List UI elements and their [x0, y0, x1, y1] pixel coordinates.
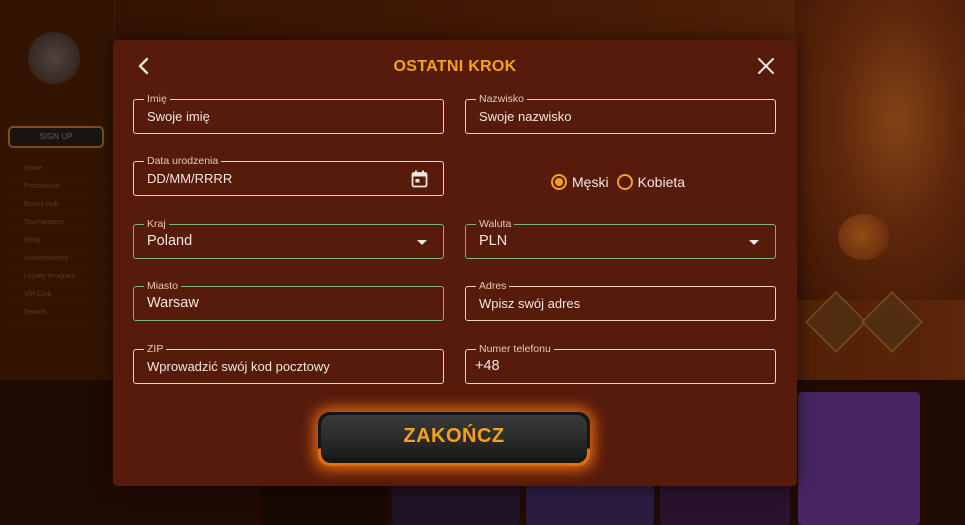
- currency-select[interactable]: Waluta PLN: [465, 218, 776, 259]
- radio-female-label[interactable]: Kobieta: [638, 174, 685, 190]
- close-button[interactable]: [755, 55, 777, 77]
- country-value: Poland: [147, 233, 193, 249]
- phone-value: +48: [475, 358, 500, 374]
- finish-button-glow: ZAKOŃCZ: [318, 412, 590, 466]
- field-label: Kraj: [144, 218, 169, 230]
- field-label: Data urodzenia: [144, 155, 222, 167]
- phone-field[interactable]: Numer telefonu +48: [465, 343, 776, 384]
- city-field[interactable]: Miasto Warsaw: [133, 280, 444, 321]
- birth-date-field[interactable]: Data urodzenia DD/MM/RRRR: [133, 155, 444, 196]
- city-value: Warsaw: [147, 295, 199, 311]
- zip-placeholder: Wprowadzić swój kod pocztowy: [147, 359, 330, 374]
- currency-value: PLN: [479, 233, 508, 249]
- registration-modal: OSTATNI KROK Imię Swoje imię Nazwisko Sw…: [113, 40, 797, 486]
- last-name-placeholder: Swoje nazwisko: [479, 109, 572, 124]
- close-icon: [758, 58, 774, 74]
- field-label: Imię: [144, 93, 170, 105]
- radio-female[interactable]: [616, 174, 633, 190]
- first-name-field[interactable]: Imię Swoje imię: [133, 93, 444, 134]
- modal-title: OSTATNI KROK: [393, 58, 517, 75]
- birth-date-placeholder: DD/MM/RRRR: [147, 171, 233, 186]
- country-select[interactable]: Kraj Poland: [133, 218, 444, 259]
- address-field[interactable]: Adres Wpisz swój adres: [465, 280, 776, 321]
- radio-male-label[interactable]: Męski: [572, 174, 609, 190]
- field-label: Waluta: [476, 218, 515, 230]
- first-name-placeholder: Swoje imię: [147, 109, 210, 124]
- field-label: Numer telefonu: [476, 343, 554, 355]
- gender-selector: Męski Kobieta: [551, 174, 693, 190]
- radio-male[interactable]: [551, 174, 567, 190]
- last-name-field[interactable]: Nazwisko Swoje nazwisko: [465, 93, 776, 134]
- field-label: Adres: [476, 280, 510, 292]
- field-label: ZIP: [144, 343, 167, 355]
- address-placeholder: Wpisz swój adres: [479, 296, 581, 311]
- chevron-down-icon: [749, 240, 759, 245]
- zip-field[interactable]: ZIP Wprowadzić swój kod pocztowy: [133, 343, 444, 384]
- finish-button[interactable]: ZAKOŃCZ: [321, 415, 587, 463]
- field-label: Nazwisko: [476, 93, 527, 105]
- chevron-down-icon: [417, 240, 427, 245]
- calendar-icon[interactable]: [411, 170, 428, 188]
- field-label: Miasto: [144, 280, 181, 292]
